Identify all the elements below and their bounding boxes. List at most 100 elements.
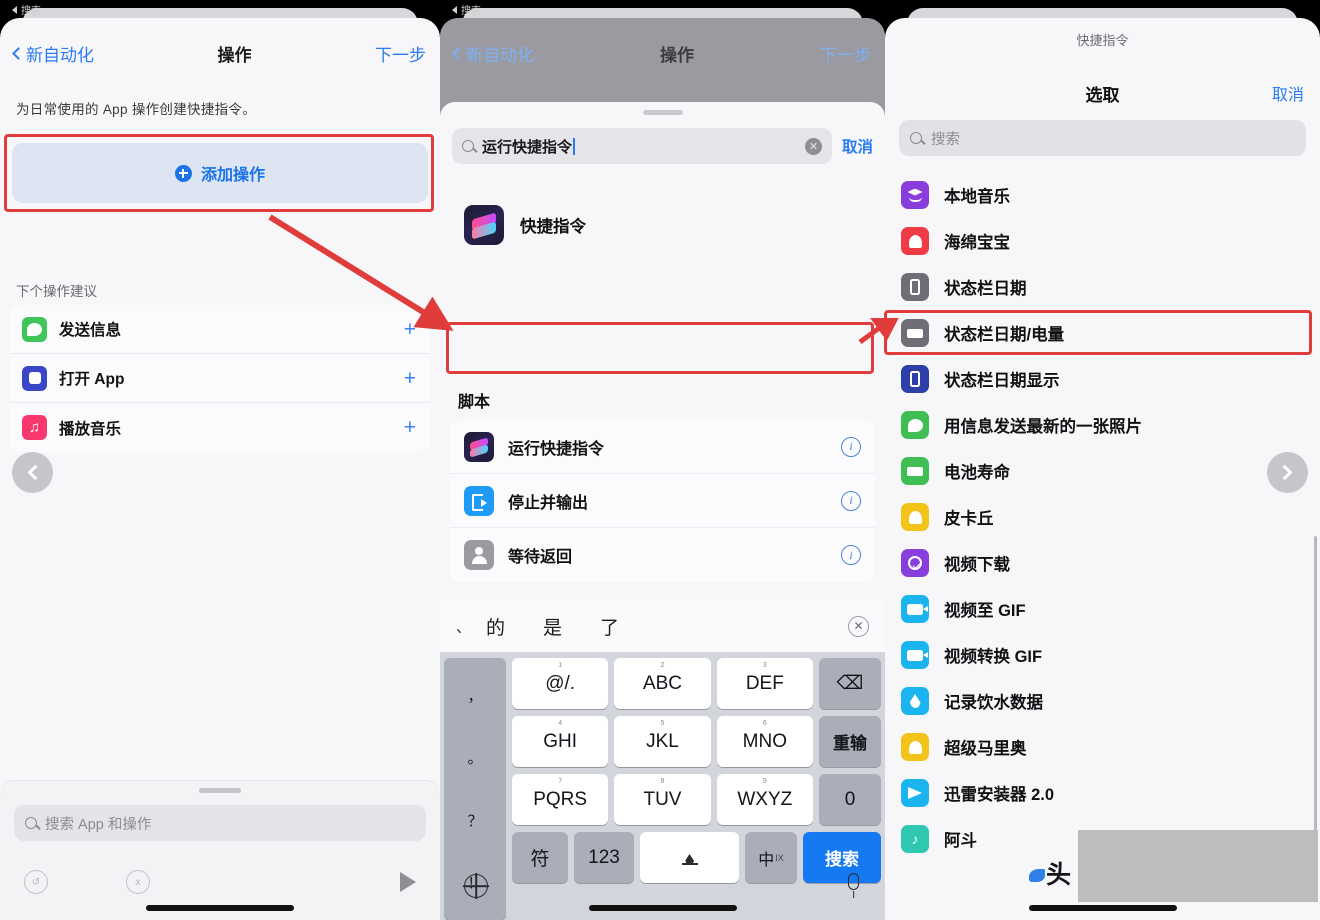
list-item[interactable]: 海绵宝宝: [885, 218, 1320, 264]
info-icon[interactable]: i: [841, 490, 861, 511]
candidate-item[interactable]: 是: [543, 613, 562, 640]
search-input[interactable]: 运行快捷指令 ✕: [452, 128, 832, 164]
phone-icon: [901, 273, 929, 301]
candidate-bar: 、 的 是 了 ✕: [440, 600, 885, 652]
undo-icon[interactable]: ↺: [24, 870, 48, 894]
status-bar-back-label: 搜索: [21, 6, 41, 17]
carousel-prev-button[interactable]: [12, 452, 53, 493]
key-abc[interactable]: 2 ABC: [614, 658, 711, 709]
status-bar-back-to-search[interactable]: 搜索: [452, 2, 481, 17]
vertical-scrollbar[interactable]: [1314, 536, 1317, 866]
local-music-icon: [901, 181, 929, 209]
next-button[interactable]: 下一步: [375, 41, 426, 66]
key-tuv[interactable]: 8 TUV: [614, 774, 711, 825]
key-retype[interactable]: 重输: [818, 716, 881, 767]
list-item-label: 等待返回: [508, 549, 573, 566]
search-input[interactable]: 搜索: [899, 120, 1306, 156]
key-label: ABC: [642, 672, 683, 694]
camera-icon: [901, 641, 929, 669]
music-icon: ♫: [22, 415, 47, 440]
list-item[interactable]: 用信息发送最新的一张照片: [885, 402, 1320, 448]
punct-key[interactable]: ？: [467, 810, 482, 831]
list-item-run-shortcut[interactable]: 运行快捷指令 i: [450, 420, 875, 474]
chevron-right-icon: [1276, 464, 1293, 481]
carousel-next-button[interactable]: [1267, 452, 1308, 493]
home-indicator: [1028, 905, 1177, 911]
key-label: JKL: [646, 730, 679, 752]
list-item[interactable]: 皮卡丘: [885, 494, 1320, 540]
search-placeholder: 搜索: [931, 131, 960, 148]
candidate-item[interactable]: 了: [600, 613, 619, 640]
key-label: @/.: [545, 672, 576, 694]
list-item[interactable]: 视频转换 GIF: [885, 632, 1320, 678]
candidate-item[interactable]: 的: [486, 613, 505, 640]
key-superscript: 6: [762, 720, 767, 727]
delete-icon[interactable]: ⌫: [818, 658, 881, 709]
key-ghi[interactable]: 4 GHI: [512, 716, 609, 767]
app-result-row[interactable]: 快捷指令: [440, 194, 885, 256]
back-button-new-automation[interactable]: 新自动化: [12, 41, 94, 66]
cancel-button[interactable]: 取消: [842, 135, 873, 157]
sheet-grabber[interactable]: [642, 110, 683, 115]
list-item[interactable]: 迅雷安装器 2.0: [885, 770, 1320, 816]
close-circle-icon[interactable]: ✕: [848, 615, 869, 637]
add-suggestion-button[interactable]: +: [404, 417, 416, 438]
page-title: 操作: [217, 45, 252, 65]
panel2-search-sheet: 运行快捷指令 ✕ 取消 快捷指令 脚本 运行快捷指令 i 停止并输出 i 等待返…: [440, 102, 885, 920]
key-jkl[interactable]: 5 JKL: [614, 716, 711, 767]
list-item[interactable]: 状态栏日期显示: [885, 356, 1320, 402]
open-app-icon: [22, 365, 47, 391]
list-item-label: 记录饮水数据: [944, 694, 1043, 712]
key-def[interactable]: 3 DEF: [716, 658, 813, 709]
list-item[interactable]: 记录饮水数据: [885, 678, 1320, 724]
back-button-new-automation[interactable]: 新自动化: [452, 41, 534, 66]
key-wxyz[interactable]: 9 WXYZ: [716, 774, 813, 825]
sheet-grabber[interactable]: [199, 788, 241, 793]
punct-key[interactable]: 。: [467, 747, 482, 768]
list-item[interactable]: 视频下载: [885, 540, 1320, 586]
keyboard-row: 4 GHI 5 JKL 6 MNO 重输: [512, 716, 881, 767]
list-item[interactable]: ♫ 播放音乐 +: [10, 403, 430, 452]
keyboard-bottom-row: [440, 864, 885, 920]
key-mno[interactable]: 6 MNO: [716, 716, 813, 767]
play-icon[interactable]: [400, 872, 416, 892]
info-icon[interactable]: i: [841, 436, 861, 457]
list-item[interactable]: 状态栏日期: [885, 264, 1320, 310]
list-item[interactable]: 电池寿命: [885, 448, 1320, 494]
punct-key[interactable]: ，: [467, 685, 482, 706]
panel2-navbar: 新自动化 操作 下一步: [440, 26, 885, 80]
shortcut-list: 本地音乐 海绵宝宝 状态栏日期 状态栏日期/电量 状态栏日期显示 用信息发送最新…: [885, 172, 1320, 862]
list-item-stop-output[interactable]: 停止并输出 i: [450, 474, 875, 528]
keyboard-row: 7 PQRS 8 TUV 9 WXYZ 0: [512, 774, 881, 825]
arrow-add-action-to-run-shortcut: [268, 214, 454, 331]
list-item[interactable]: 视频至 GIF: [885, 586, 1320, 632]
bell-icon: [901, 227, 929, 255]
next-button[interactable]: 下一步: [820, 41, 871, 66]
list-item-label: 电池寿命: [944, 464, 1010, 482]
status-bar-back-label: 搜索: [461, 6, 481, 17]
list-item-label: 状态栏日期: [944, 280, 1027, 298]
status-bar-back-to-search[interactable]: 搜索: [12, 2, 41, 17]
app-title: 快捷指令: [1076, 33, 1129, 48]
variable-icon[interactable]: x: [126, 870, 150, 894]
key-at-slash-dot[interactable]: 1 @/.: [512, 658, 609, 709]
info-icon[interactable]: i: [841, 545, 861, 565]
arrow-run-shortcut-to-status-bar-item: [858, 318, 902, 345]
list-item-label: 海绵宝宝: [944, 234, 1010, 252]
search-app-actions-input[interactable]: 搜索 App 和操作: [14, 805, 426, 841]
list-item[interactable]: 本地音乐: [885, 172, 1320, 218]
search-icon: [25, 817, 37, 829]
cancel-button[interactable]: 取消: [1272, 81, 1304, 105]
list-item-label: 皮卡丘: [944, 510, 994, 528]
candidate-punctuation[interactable]: 、: [456, 616, 486, 637]
microphone-icon[interactable]: [848, 873, 859, 890]
key-pqrs[interactable]: 7 PQRS: [512, 774, 609, 825]
clear-icon[interactable]: ✕: [804, 137, 822, 155]
globe-icon[interactable]: [464, 874, 488, 898]
key-zero[interactable]: 0: [818, 774, 881, 825]
list-item[interactable]: 超级马里奥: [885, 724, 1320, 770]
chevron-left-icon: [452, 46, 465, 60]
list-item-label: 本地音乐: [944, 188, 1010, 206]
bell-icon: [901, 733, 929, 761]
list-item-wait-return[interactable]: 等待返回 i: [450, 528, 875, 582]
